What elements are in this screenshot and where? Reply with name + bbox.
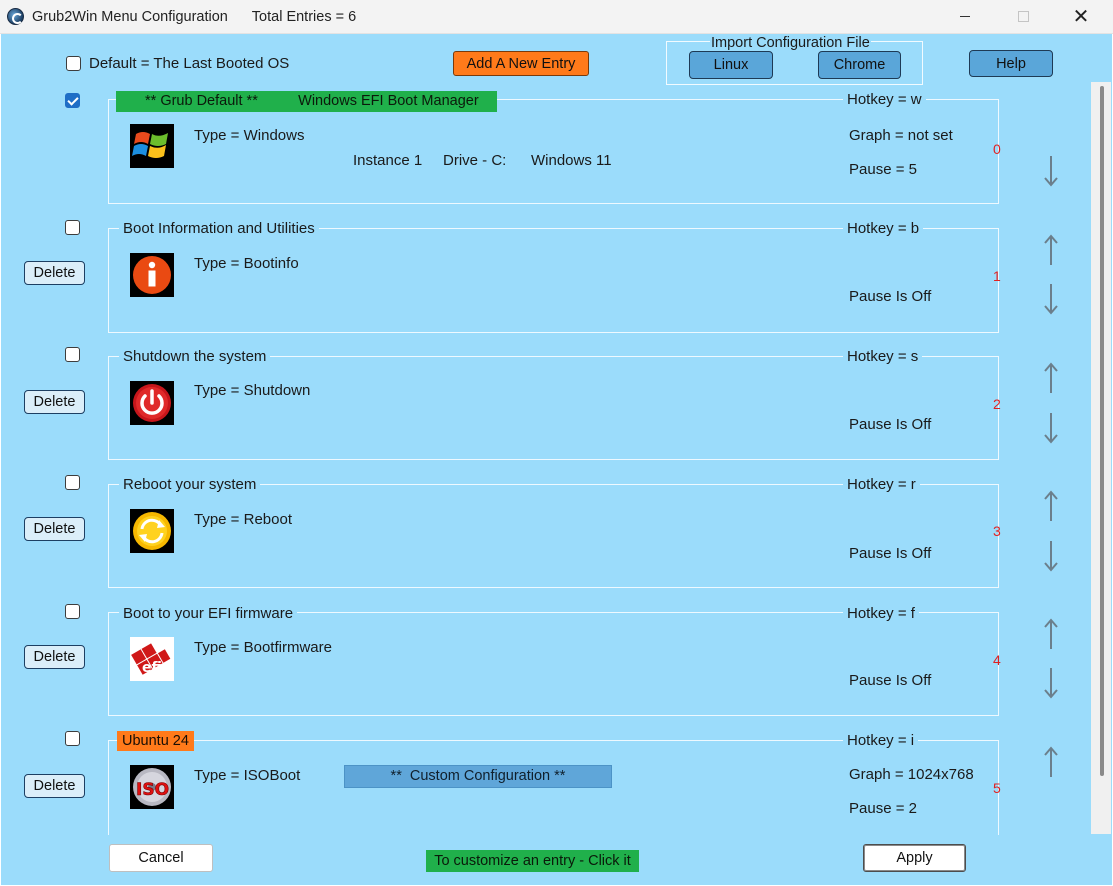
entry-1-pause: Pause Is Off [849,288,932,305]
entry-2-hotkey: Hotkey = s [843,348,923,365]
menu-configuration-panel: Default = The Last Booted OS Add A New E… [1,34,1112,885]
entry-1-delete-button[interactable]: Delete [24,261,85,285]
entry-2-checkbox[interactable] [65,347,80,362]
entry-5-move-up-button[interactable] [1041,745,1061,777]
grub2win-app-icon [7,8,24,25]
apply-button[interactable]: Apply [863,844,966,872]
entry-0-number: 0 [993,141,1001,157]
entry-5-checkbox[interactable] [65,731,80,746]
entry-5-graph: Graph = 1024x768 [849,766,974,783]
entry-1-checkbox[interactable] [65,220,80,235]
close-icon: ✕ [1072,6,1090,28]
entry-1-number: 1 [993,268,1001,284]
entry-0-move-down-button[interactable] [1041,154,1061,187]
efi-logo-icon: efi [130,637,174,681]
entry-4-hotkey: Hotkey = f [843,605,919,622]
arrow-up-icon [1044,618,1058,649]
entry-2-move-up-button[interactable] [1041,361,1061,393]
power-icon [130,381,174,425]
entry-2-move-down-button[interactable] [1041,411,1061,444]
entries-scrollbar-thumb[interactable] [1100,86,1104,776]
entry-3-pause: Pause Is Off [849,545,932,562]
arrow-down-icon [1044,284,1058,315]
entry-4-title[interactable]: Boot to your EFI firmware [119,605,298,622]
entry-4-number: 4 [993,652,1001,668]
entry-3-checkbox[interactable] [65,475,80,490]
entry-0-drive: Drive - C: [443,152,507,169]
entry-0-title[interactable]: ** Grub Default ** Windows EFI Boot Mana… [116,91,497,112]
entry-4-move-down-button[interactable] [1041,666,1061,699]
reboot-icon [130,509,174,553]
import-chrome-button[interactable]: Chrome [818,51,901,79]
entry-4-type: Type = Bootfirmware [194,639,332,656]
total-entries-label: Total Entries = 6 [251,9,357,25]
add-new-entry-button[interactable]: Add A New Entry [453,51,589,76]
iso-disc-icon: ISO [130,765,174,809]
arrow-up-icon [1044,746,1058,777]
default-last-booted-checkbox[interactable] [66,56,81,71]
entry-4-frame[interactable] [108,612,999,716]
entry-3-number: 3 [993,523,1001,539]
entry-0-hotkey: Hotkey = w [843,91,926,108]
entry-3-frame[interactable] [108,484,999,588]
entry-4-checkbox[interactable] [65,604,80,619]
arrow-up-icon [1044,362,1058,393]
entry-5-title[interactable]: Ubuntu 24 [117,731,194,751]
customize-hint: To customize an entry - Click it [426,850,639,872]
windows-logo-icon [130,124,174,168]
entry-3-move-up-button[interactable] [1041,489,1061,521]
entry-0-checkbox[interactable] [65,93,80,108]
entry-5-number: 5 [993,780,1001,796]
entry-5-hotkey: Hotkey = i [843,732,919,749]
entry-3-delete-button[interactable]: Delete [24,517,85,541]
title-bar: Grub2Win Menu Configuration Total Entrie… [0,0,1113,34]
arrow-down-icon [1044,413,1058,444]
import-linux-button[interactable]: Linux [689,51,773,79]
svg-text:efi: efi [142,660,162,676]
window-title: Grub2Win Menu Configuration Total Entrie… [32,9,357,25]
entry-0-type: Type = Windows [194,127,305,144]
entry-2-number: 2 [993,396,1001,412]
close-button[interactable]: ✕ [1058,0,1104,33]
entry-3-title[interactable]: Reboot your system [119,476,261,493]
entry-5-type: Type = ISOBoot [194,767,301,784]
entry-5-pause: Pause = 2 [849,800,917,817]
entry-3-type: Type = Reboot [194,511,292,528]
arrow-up-icon [1044,490,1058,521]
entry-1-move-down-button[interactable] [1041,282,1061,315]
entry-1-move-up-button[interactable] [1041,233,1061,265]
entry-4-delete-button[interactable]: Delete [24,645,85,669]
entry-4-pause: Pause Is Off [849,672,932,689]
arrow-up-icon [1044,234,1058,265]
entry-3-hotkey: Hotkey = r [843,476,920,493]
cancel-button[interactable]: Cancel [109,844,213,872]
arrow-down-icon [1044,668,1058,699]
svg-text:ISO: ISO [136,780,169,800]
custom-configuration-banner: ** Custom Configuration ** [344,765,612,788]
entry-2-type: Type = Shutdown [194,382,311,399]
entry-1-frame[interactable] [108,228,999,333]
entry-2-pause: Pause Is Off [849,416,932,433]
entry-2-delete-button[interactable]: Delete [24,390,85,414]
entry-5-delete-button[interactable]: Delete [24,774,85,798]
import-configuration-title: Import Configuration File [710,35,871,51]
entry-1-hotkey: Hotkey = b [843,220,924,237]
entry-0-graph: Graph = not set [849,127,953,144]
entry-0-instance: Instance 1 [353,152,423,169]
entry-1-title[interactable]: Boot Information and Utilities [119,220,319,237]
entry-2-title[interactable]: Shutdown the system [119,348,271,365]
entry-2-frame[interactable] [108,356,999,460]
minimize-button[interactable] [942,0,988,33]
maximize-button[interactable] [1000,0,1046,33]
entry-4-move-up-button[interactable] [1041,617,1061,649]
help-button[interactable]: Help [969,50,1053,77]
entry-3-move-down-button[interactable] [1041,539,1061,572]
arrow-down-icon [1044,541,1058,572]
info-icon [130,253,174,297]
arrow-down-icon [1044,156,1058,187]
entry-1-type: Type = Bootinfo [194,255,299,272]
default-last-booted-label: Default = The Last Booted OS [89,55,290,72]
entry-0-os: Windows 11 [531,152,612,169]
entry-0-pause: Pause = 5 [849,161,917,178]
